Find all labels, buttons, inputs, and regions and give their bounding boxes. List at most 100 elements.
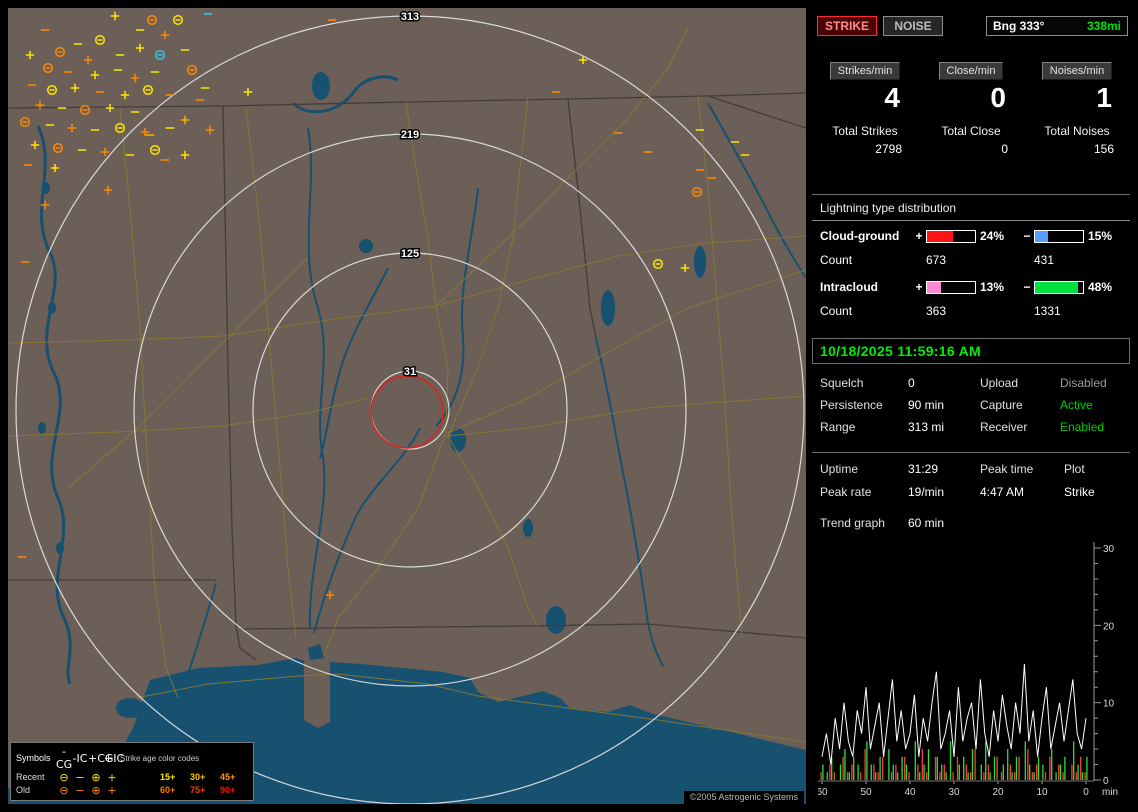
receiver-label: Receiver [980,420,1028,434]
close-per-min-value: 0 [990,82,1006,113]
uptime-value: 31:29 [908,462,939,476]
legend-col-pos-ic: +IC [104,751,125,765]
total-strikes-value: 2798 [875,142,902,156]
cg-minus-bar [1034,229,1084,243]
top-indicator-row: STRIKE NOISE Bng 333° 338mi [817,16,1128,36]
x-tick-label: 60 [818,787,828,798]
count-label: Count [820,304,853,318]
age-30: 30+ [190,772,206,782]
peak-time-value: 4:47 AM [980,485,1025,499]
trend-chart-svg: 302010060 50 40 30 20 10 0 min [816,542,1118,798]
ic-minus-pct: 48% [1088,280,1113,294]
range-value: 313 mi [908,420,945,434]
trend-chart: 30 20 10 0 60 50 40 30 20 10 0 min [816,538,1136,806]
x-tick-label: 0 [1083,787,1089,798]
persistence-value: 90 min [908,398,945,412]
copyright-text: ©2005 Astrogenic Systems [683,791,804,804]
pos-cg-recent-icon: ⊕ [91,771,101,784]
legend-symbols-header: Symbols [16,752,51,763]
plot-label: Plot [1064,462,1085,476]
age-45: 45+ [220,772,236,782]
status-grid: Squelch 0 Upload Disabled Persistence 90… [820,376,1130,434]
neg-ic-recent-icon: − [75,771,85,784]
upload-status: Disabled [1060,376,1107,390]
range-ring-label: 219 [401,129,419,141]
x-tick-label: 40 [904,787,916,798]
plus-sign: + [915,280,923,294]
intracloud-label: Intracloud [820,280,879,294]
cg-minus-pct: 15% [1088,229,1113,243]
separator [812,194,1130,195]
bearing-display: Bng 333° 338mi [986,16,1128,36]
range-ring-label: 313 [401,11,419,23]
close-column: Close/min 0 Total Close 0 [918,62,1024,156]
neg-ic-old-icon: − [75,784,85,797]
legend-col-pos-cg: +CG [88,751,114,765]
capture-label: Capture [980,398,1023,412]
trend-graph-window: 60 min [908,516,945,530]
noises-per-min-chip: Noises/min [1041,62,1113,80]
squelch-label: Squelch [820,376,864,390]
y-tick-label: 20 [1103,621,1115,632]
ic-plus-count: 363 [926,304,947,318]
ic-minus-bar [1034,280,1084,294]
minus-sign: − [1023,229,1031,243]
minus-sign: − [1023,280,1031,294]
datetime-display: 10/18/2025 11:59:16 AM [812,338,1130,364]
squelch-value: 0 [908,376,915,390]
noise-indicator-button[interactable]: NOISE [883,16,943,36]
capture-status: Active [1060,398,1093,412]
x-tick-label: 30 [948,787,960,798]
pos-ic-old-icon: + [107,784,117,797]
cg-plus-count: 673 [926,253,947,267]
legend-age-header: Strike age color codes [120,753,200,763]
cloud-ground-label: Cloud-ground [820,229,900,243]
intracloud-counts: Count 363 1331 [812,299,1130,323]
total-noises-value: 156 [1093,142,1114,156]
upload-label: Upload [980,376,1019,390]
count-label: Count [820,253,853,267]
distance-value: 338mi [1086,19,1121,33]
noises-per-min-value: 1 [1096,82,1112,113]
rate-columns: Strikes/min 4 Total Strikes 2798 Close/m… [812,62,1130,156]
neg-cg-old-icon: ⊖ [59,784,69,797]
cloud-ground-row: Cloud-ground + 24% − 15% [812,224,1130,248]
range-ring-label: 125 [401,248,419,260]
y-tick-label: 10 [1103,699,1115,710]
map-legend: Symbols -CG -IC +CG +IC Strike age color… [10,742,254,801]
uptime-label: Uptime [820,462,859,476]
session-grid: Uptime 31:29 Peak time Plot Peak rate 19… [820,462,1126,499]
strike-indicator-button[interactable]: STRIKE [817,16,877,36]
total-close-label: Total Close [941,124,1001,138]
strikes-per-min-value: 4 [884,82,900,113]
peak-rate-value: 19/min [908,485,945,499]
intracloud-row: Intracloud + 13% − 48% [812,275,1130,299]
cg-minus-count: 431 [1034,253,1055,267]
radar-map-svg: 313 219 125 31 [8,8,806,804]
peak-rate-label: Peak rate [820,485,872,499]
separator [812,452,1130,453]
total-noises-label: Total Noises [1044,124,1110,138]
legend-row-recent-label: Recent [16,772,45,782]
distribution-title: Lightning type distribution [812,200,1130,221]
cloud-ground-counts: Count 673 431 [812,248,1130,272]
age-75: 75+ [190,785,206,795]
pos-cg-old-icon: ⊕ [91,784,101,797]
range-label: Range [820,420,856,434]
plot-mode-value: Strike [1064,485,1095,499]
y-tick-label: 30 [1103,544,1115,555]
age-15: 15+ [160,772,176,782]
pos-ic-recent-icon: + [107,771,117,784]
x-tick-label: 50 [860,787,872,798]
legend-col-neg-ic: -IC [72,751,88,765]
receiver-status: Enabled [1060,420,1105,434]
strike-map: 313 219 125 31 Symbols -CG -IC +CG +IC Stri… [8,8,806,804]
y-tick-label: 0 [1103,776,1109,787]
lightning-distribution-section: Lightning type distribution Cloud-ground… [812,200,1130,323]
ic-minus-count: 1331 [1034,304,1061,318]
close-per-min-chip: Close/min [938,62,1004,80]
age-90: 90+ [220,785,236,795]
ic-plus-bar [926,280,976,294]
x-axis-unit: min [1102,787,1118,798]
cg-plus-bar [926,229,976,243]
